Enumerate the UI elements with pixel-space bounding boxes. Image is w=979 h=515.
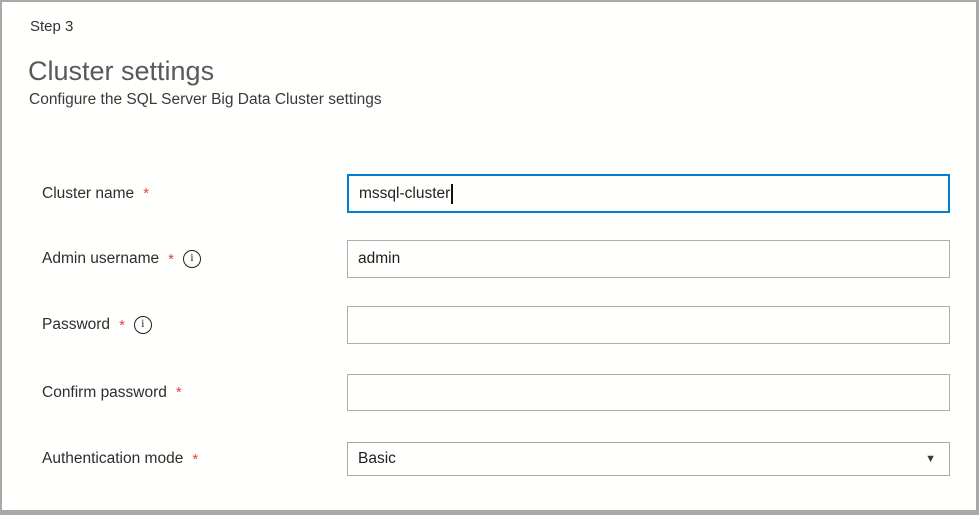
step-indicator: Step 3 xyxy=(30,18,74,35)
info-icon[interactable]: i xyxy=(133,316,152,334)
required-asterisk: * xyxy=(175,384,182,401)
cluster-name-label-text: Cluster name xyxy=(42,184,135,202)
admin-username-input[interactable] xyxy=(347,240,950,278)
admin-username-label-text: Admin username xyxy=(42,250,160,267)
password-input[interactable] xyxy=(347,306,950,344)
admin-username-label: Admin username * i xyxy=(42,240,202,278)
info-icon[interactable]: i xyxy=(183,250,202,268)
authentication-mode-select[interactable]: Basic ▼ xyxy=(347,442,950,476)
text-caret xyxy=(451,183,453,204)
field-row-cluster-name: Cluster name * mssql-cluster xyxy=(2,174,976,213)
authentication-mode-value: Basic xyxy=(358,450,396,467)
authentication-mode-label: Authentication mode * xyxy=(42,442,198,476)
cluster-name-input[interactable]: mssql-cluster xyxy=(347,174,950,213)
required-asterisk: * xyxy=(143,185,150,202)
page-title: Cluster settings xyxy=(28,56,215,86)
field-row-password: Password * i xyxy=(2,306,976,344)
required-asterisk: * xyxy=(119,316,125,334)
field-row-confirm-password: Confirm password * xyxy=(2,374,976,411)
page-subtitle: Configure the SQL Server Big Data Cluste… xyxy=(29,91,382,108)
password-label-text: Password xyxy=(42,316,111,333)
confirm-password-label: Confirm password * xyxy=(42,374,182,411)
field-row-authentication-mode: Authentication mode * Basic ▼ xyxy=(2,442,976,476)
required-asterisk: * xyxy=(168,250,175,268)
field-row-admin-username: Admin username * i xyxy=(2,240,976,278)
chevron-down-icon: ▼ xyxy=(925,453,936,465)
required-asterisk: * xyxy=(192,450,199,468)
cluster-name-label: Cluster name * xyxy=(42,174,149,213)
cluster-name-value: mssql-cluster xyxy=(359,184,451,202)
authentication-mode-label-text: Authentication mode xyxy=(42,450,184,467)
confirm-password-input[interactable] xyxy=(347,374,950,411)
confirm-password-label-text: Confirm password xyxy=(42,383,167,401)
cluster-settings-dialog: Step 3 Cluster settings Configure the SQ… xyxy=(0,0,979,515)
password-label: Password * i xyxy=(42,306,152,344)
